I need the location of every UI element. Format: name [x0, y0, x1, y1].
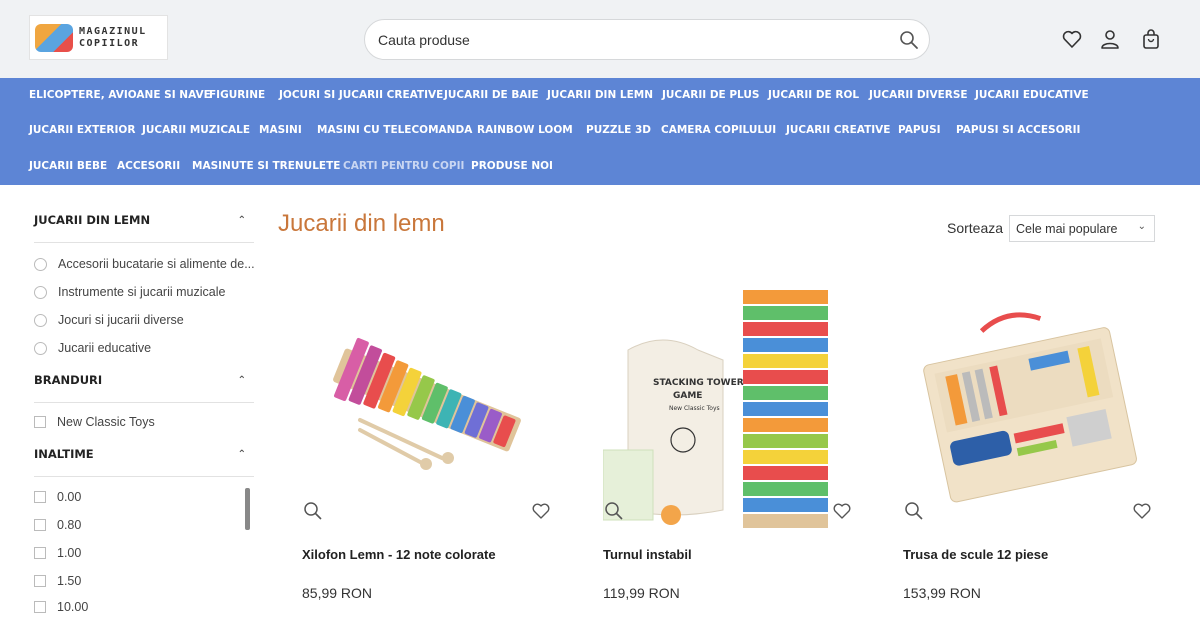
filter-heading-brands[interactable]: BRANDURI ⌃	[34, 373, 254, 403]
filter-option[interactable]: 1.50	[34, 571, 81, 591]
user-icon[interactable]	[1099, 28, 1121, 50]
product-name[interactable]: Trusa de scule 12 piese	[903, 547, 1048, 562]
radio-button[interactable]	[34, 341, 47, 355]
product-card[interactable]: Trusa de scule 12 piese 153,99 RON	[903, 280, 1153, 613]
filter-option[interactable]: 10.00	[34, 597, 88, 617]
nav-item[interactable]: ELICOPTERE, AVIOANE SI NAVE	[29, 89, 211, 101]
filter-option[interactable]: Accesorii bucatarie si alimente de...	[34, 254, 255, 274]
nav-item[interactable]: JUCARII DIN LEMN	[547, 89, 653, 101]
bag-text-line-1: STACKING TOWER	[653, 378, 744, 388]
product-name[interactable]: Turnul instabil	[603, 547, 692, 562]
product-image[interactable]	[302, 280, 552, 530]
product-card[interactable]: STACKING TOWER GAME New Classic Toys Tur…	[603, 280, 853, 613]
nav-item[interactable]: JUCARII DE ROL	[768, 89, 859, 101]
filter-option[interactable]: 0.80	[34, 515, 81, 535]
product-name[interactable]: Xilofon Lemn - 12 note colorate	[302, 547, 496, 562]
zoom-icon[interactable]	[302, 500, 324, 522]
product-image[interactable]	[903, 280, 1153, 530]
heart-icon[interactable]	[1061, 28, 1083, 50]
checkbox[interactable]	[34, 519, 46, 531]
nav-item[interactable]: JUCARII DIVERSE	[869, 89, 968, 101]
filter-option[interactable]: Jucarii educative	[34, 338, 151, 358]
filter-scrollbar[interactable]	[245, 488, 250, 530]
product-price: 153,99 RON	[903, 585, 981, 601]
radio-button[interactable]	[34, 257, 47, 271]
page-title: Jucarii din lemn	[278, 210, 445, 237]
search-icon[interactable]	[899, 30, 919, 50]
logo-line-2: COPIILOR	[79, 37, 140, 49]
filter-heading-category[interactable]: JUCARII DIN LEMN ⌃	[34, 213, 254, 243]
heart-icon[interactable]	[530, 500, 552, 522]
chevron-up-icon[interactable]: ⌃	[238, 449, 246, 460]
bag-icon[interactable]	[1140, 28, 1162, 50]
nav-item[interactable]: JUCARII DE PLUS	[662, 89, 759, 101]
nav-item[interactable]: FIGURINE	[209, 89, 265, 101]
logo[interactable]: MAGAZINUL COPIILOR	[29, 15, 168, 60]
nav-item[interactable]: RAINBOW LOOM	[477, 124, 573, 136]
filter-option[interactable]: 0.00	[34, 487, 81, 507]
nav-item[interactable]: MASINUTE SI TRENULETE	[192, 160, 340, 172]
nav-item[interactable]: JUCARII DE BAIE	[444, 89, 539, 101]
logo-line-1: MAGAZINUL	[79, 25, 147, 37]
nav-item[interactable]: PAPUSI SI ACCESORII	[956, 124, 1080, 136]
radio-button[interactable]	[34, 285, 47, 299]
nav-item[interactable]: JUCARII EDUCATIVE	[975, 89, 1089, 101]
sort-label: Sorteaza	[947, 220, 1004, 236]
nav-item[interactable]: PAPUSI	[898, 124, 941, 136]
nav-item[interactable]: JUCARII BEBE	[29, 160, 107, 172]
checkbox[interactable]	[34, 491, 46, 503]
site-header: MAGAZINUL COPIILOR	[0, 0, 1200, 78]
nav-item[interactable]: MASINI	[259, 124, 302, 136]
nav-item[interactable]: PUZZLE 3D	[586, 124, 651, 136]
heart-icon[interactable]	[1131, 500, 1153, 522]
filter-heading-height[interactable]: INALTIME ⌃	[34, 447, 254, 477]
filter-option[interactable]: Instrumente si jucarii muzicale	[34, 282, 225, 302]
nav-item[interactable]: JUCARII MUZICALE	[142, 124, 250, 136]
filter-option[interactable]: New Classic Toys	[34, 412, 155, 432]
chevron-up-icon[interactable]: ⌃	[238, 375, 246, 386]
nav-item[interactable]: ACCESORII	[117, 160, 180, 172]
nav-item[interactable]: JUCARII EXTERIOR	[29, 124, 135, 136]
chevron-down-icon: ⌄	[1137, 221, 1146, 232]
product-price: 119,99 RON	[603, 585, 680, 601]
heart-icon[interactable]	[831, 500, 853, 522]
product-card[interactable]: Xilofon Lemn - 12 note colorate 85,99 RO…	[302, 280, 552, 613]
search-input[interactable]	[378, 30, 878, 50]
filter-option[interactable]: Jocuri si jucarii diverse	[34, 310, 184, 330]
nav-item[interactable]: CAMERA COPILULUI	[661, 124, 776, 136]
sort-select[interactable]: Cele mai populare ⌄	[1009, 215, 1155, 242]
chevron-up-icon[interactable]: ⌃	[238, 215, 246, 226]
search-box[interactable]	[364, 19, 930, 60]
nav-item-active[interactable]: CARTI PENTRU COPII	[343, 160, 464, 172]
product-price: 85,99 RON	[302, 585, 373, 601]
checkbox[interactable]	[34, 575, 46, 587]
logo-mark-icon	[35, 23, 73, 52]
zoom-icon[interactable]	[903, 500, 925, 522]
nav-item[interactable]: MASINI CU TELECOMANDA	[317, 124, 472, 136]
checkbox[interactable]	[34, 416, 46, 428]
nav-item[interactable]: PRODUSE NOI	[471, 160, 553, 172]
nav-item[interactable]: JUCARII CREATIVE	[786, 124, 890, 136]
filter-option[interactable]: 1.00	[34, 543, 81, 563]
checkbox[interactable]	[34, 547, 46, 559]
bag-text-line-3: New Classic Toys	[669, 405, 720, 412]
nav-item[interactable]: JOCURI SI JUCARII CREATIVE	[279, 89, 443, 101]
checkbox[interactable]	[34, 601, 46, 613]
product-image[interactable]: STACKING TOWER GAME New Classic Toys	[603, 280, 853, 530]
category-nav: ELICOPTERE, AVIOANE SI NAVE FIGURINE JOC…	[0, 78, 1200, 185]
radio-button[interactable]	[34, 313, 47, 327]
zoom-icon[interactable]	[603, 500, 625, 522]
bag-text-line-2: GAME	[673, 391, 702, 401]
